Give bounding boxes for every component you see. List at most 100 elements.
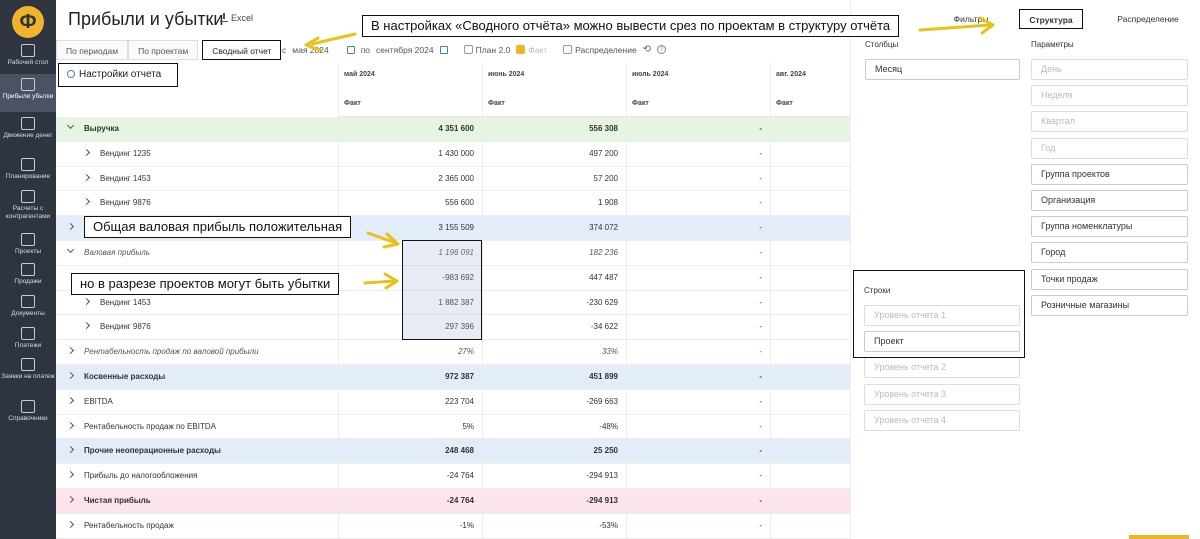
- row-value: -: [759, 173, 762, 183]
- fact-checkbox[interactable]: Факт: [516, 44, 547, 55]
- accent-bar: [1129, 535, 1189, 539]
- row-label: Вендинг 9876: [100, 198, 151, 208]
- table-row[interactable]: Прочие неоперационные расходы 248 468 25 2…: [56, 439, 850, 465]
- param-field[interactable]: Год: [1031, 137, 1188, 159]
- tab-distribution[interactable]: Распределение: [1109, 9, 1187, 29]
- sidebar-item-sales[interactable]: Продажи: [0, 263, 56, 289]
- row-value: 451 899: [589, 372, 618, 381]
- param-field[interactable]: Неделя: [1031, 85, 1188, 107]
- calendar-icon[interactable]: [439, 45, 448, 54]
- row-value: -53%: [599, 520, 618, 530]
- sidebar-item-payment-requests[interactable]: Заявки на платеж: [0, 358, 56, 392]
- row-label: EBITDA: [84, 396, 113, 406]
- chevron-right-icon[interactable]: [66, 371, 75, 380]
- params-section-label: Параметры: [1031, 40, 1074, 49]
- tab-by-periods[interactable]: По периодам: [56, 40, 129, 60]
- table-cell-border: [770, 489, 850, 513]
- table-row[interactable]: Чистая прибыль -24 764 -294 913 -: [56, 489, 850, 514]
- chevron-right-icon[interactable]: [82, 173, 91, 181]
- tab-by-projects[interactable]: По проектам: [128, 40, 199, 60]
- distribution-checkbox[interactable]: Распределение: [563, 44, 637, 55]
- report-settings-button[interactable]: Настройки отчета: [58, 63, 178, 87]
- date-to-field[interactable]: сентября 2024: [376, 45, 434, 55]
- chevron-right-icon[interactable]: [82, 148, 91, 156]
- report-filters: с мая 2024 по сентября 2024 План 2.0 Фак…: [282, 44, 667, 55]
- chevron-right-icon[interactable]: [82, 297, 91, 305]
- param-field[interactable]: Квартал: [1031, 111, 1188, 133]
- row-value: -: [759, 347, 762, 357]
- tab-filters[interactable]: Фильтры: [943, 9, 999, 29]
- param-field[interactable]: Город: [1031, 242, 1188, 264]
- row-value: -: [759, 272, 762, 282]
- chevron-right-icon[interactable]: [66, 446, 75, 454]
- row-level-field[interactable]: Уровень отчета 4: [864, 409, 1020, 431]
- row-value: -48%: [599, 421, 618, 431]
- param-field[interactable]: Организация: [1031, 190, 1188, 211]
- table-cell-border: [770, 265, 850, 290]
- chevron-right-icon[interactable]: [66, 520, 75, 528]
- chevron-right-icon[interactable]: [82, 322, 91, 330]
- table-cell-border: [770, 166, 850, 191]
- row-value: -24 764: [446, 471, 474, 481]
- rows-section-highlight: [853, 270, 1025, 358]
- sidebar-item-cash-flow[interactable]: Движение денег: [0, 117, 56, 151]
- row-level-field[interactable]: Уровень отчета 3: [864, 383, 1020, 405]
- sidebar-item-documents[interactable]: Документы: [0, 295, 56, 321]
- sidebar-item-planning[interactable]: Планирование: [0, 158, 56, 184]
- chevron-down-icon[interactable]: [66, 121, 75, 130]
- chevron-down-icon[interactable]: [66, 245, 75, 254]
- app-logo[interactable]: Ф: [12, 6, 44, 38]
- chevron-right-icon[interactable]: [66, 471, 75, 479]
- table-row[interactable]: Вендинг 1235 1 430 000 497 200 -: [56, 141, 850, 167]
- table-cell-border: [770, 241, 850, 265]
- sidebar-item-desktop[interactable]: Рабочий стол: [0, 44, 56, 72]
- sidebar-item-profit-loss[interactable]: Прибыли убытки: [0, 74, 56, 112]
- row-value: 3 155 509: [438, 223, 474, 233]
- table-cell-border: [770, 340, 850, 365]
- param-field[interactable]: Группа проектов: [1031, 163, 1188, 185]
- chevron-right-icon[interactable]: [82, 198, 91, 206]
- row-value: -269 663: [586, 396, 618, 406]
- table-row[interactable]: Прибыль до налогообложения -24 764 -294 91…: [56, 464, 850, 489]
- row-value: -230 629: [586, 297, 618, 307]
- table-row[interactable]: Рентабельность продаж по валовой прибыли…: [56, 340, 850, 365]
- chevron-right-icon[interactable]: [66, 223, 75, 231]
- calendar-icon[interactable]: [346, 45, 355, 54]
- table-row[interactable]: Вендинг 9876 556 600 1 908 -: [56, 191, 850, 217]
- row-value: -: [759, 322, 762, 332]
- callout-top: В настройках «Сводного отчёта» можно выв…: [362, 15, 900, 37]
- plan-checkbox[interactable]: План 2.0: [463, 44, 510, 55]
- table-row[interactable]: Рентабельность продаж -1% -53% -: [56, 513, 850, 539]
- param-field[interactable]: Точки продаж: [1031, 268, 1188, 290]
- row-level-field[interactable]: Уровень отчета 2: [864, 357, 1020, 379]
- table-row[interactable]: EBITDA 223 704 -269 663 -: [56, 389, 850, 415]
- tab-structure[interactable]: Структура: [1019, 9, 1083, 29]
- table-cell-border: [770, 141, 850, 166]
- table-cell-border: [770, 513, 850, 538]
- table-row[interactable]: Косвенные расходы 972 387 451 899 -: [56, 365, 850, 390]
- tab-summary-report[interactable]: Сводный отчет: [202, 40, 282, 60]
- sidebar-item-contractors[interactable]: Расчеты с контрагентами: [0, 190, 56, 224]
- row-value: 374 072: [589, 223, 618, 233]
- help-icon[interactable]: ?: [657, 45, 667, 54]
- table-cell-border: [770, 216, 850, 241]
- param-field[interactable]: Группа номенклатуры: [1031, 216, 1188, 238]
- table-row[interactable]: Рентабельность продаж по EBITDA 5% -48% -: [56, 414, 850, 440]
- excel-export-button[interactable]: Excel: [220, 13, 253, 23]
- row-value: -: [759, 297, 762, 307]
- param-field[interactable]: Розничные магазины: [1031, 294, 1188, 316]
- chevron-right-icon[interactable]: [66, 396, 75, 404]
- sidebar-item-payments[interactable]: Платежи: [0, 327, 56, 353]
- table-row[interactable]: Выручка 4 351 600 556 308 -: [56, 117, 850, 142]
- refresh-icon[interactable]: ⟲: [643, 44, 651, 55]
- date-from-field[interactable]: мая 2024: [292, 45, 328, 55]
- table-row[interactable]: Вендинг 1453 2 365 000 57 200 -: [56, 166, 850, 192]
- chevron-right-icon[interactable]: [66, 347, 75, 355]
- table-cell-border: [770, 389, 850, 414]
- sidebar-item-projects[interactable]: Проекты: [0, 233, 56, 259]
- param-field[interactable]: День: [1031, 59, 1188, 80]
- chevron-right-icon[interactable]: [66, 421, 75, 429]
- chevron-right-icon[interactable]: [66, 495, 75, 504]
- columns-field-month[interactable]: Месяц: [865, 59, 1020, 80]
- sidebar-item-references[interactable]: Справочники: [0, 400, 56, 426]
